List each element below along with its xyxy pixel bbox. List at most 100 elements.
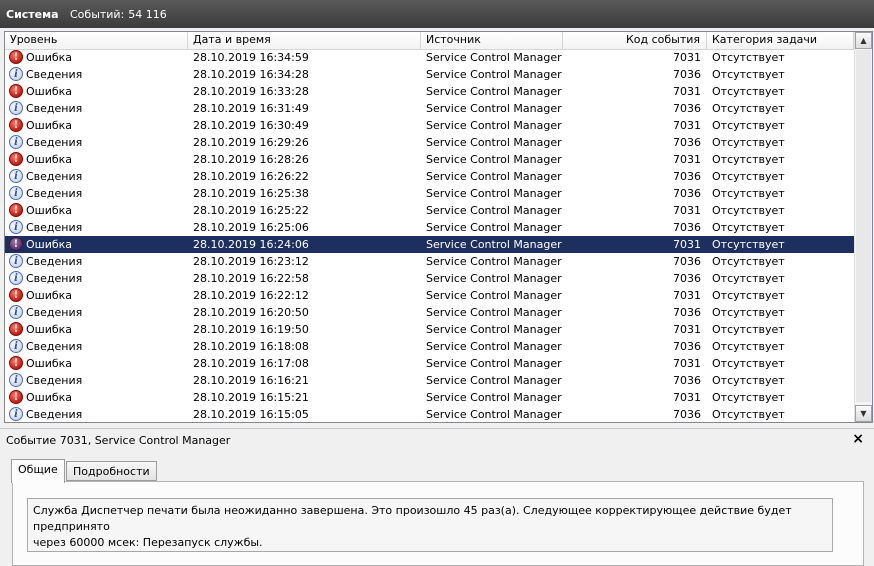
source-cell: Service Control Manager — [426, 170, 562, 183]
table-row[interactable]: ! Ошибка 28.10.2019 16:30:49 Service Contro… — [5, 117, 854, 134]
task-category-cell: Отсутствует — [712, 238, 785, 251]
source-cell: Service Control Manager — [426, 340, 562, 353]
level-cell: Ошибка — [26, 391, 73, 404]
task-category-cell: Отсутствует — [712, 187, 785, 200]
table-row[interactable]: i Сведения 28.10.2019 16:34:28 Service Cont… — [5, 66, 854, 83]
level-cell: Ошибка — [26, 119, 73, 132]
error-icon: ! — [9, 288, 23, 302]
event-code-cell: 7031 — [673, 153, 701, 166]
error-icon: ! — [9, 84, 23, 98]
event-count-label: Событий: — [70, 8, 125, 21]
level-cell: Ошибка — [26, 153, 73, 166]
table-row[interactable]: ! Ошибка 28.10.2019 16:15:21 Service Contro… — [5, 389, 854, 406]
datetime-cell: 28.10.2019 16:19:50 — [193, 323, 309, 336]
datetime-cell: 28.10.2019 16:30:49 — [193, 119, 309, 132]
table-row[interactable]: i Сведения 28.10.2019 16:25:38 Service Cont… — [5, 185, 854, 202]
datetime-cell: 28.10.2019 16:25:22 — [193, 204, 309, 217]
column-header-level[interactable]: Уровень — [5, 32, 188, 49]
task-category-cell: Отсутствует — [712, 306, 785, 319]
column-header-task-category[interactable]: Категория задачи — [707, 32, 854, 49]
close-icon[interactable]: × — [852, 431, 864, 447]
tab-details[interactable]: Подробности — [66, 461, 157, 481]
level-cell: Ошибка — [26, 204, 73, 217]
table-row[interactable]: i Сведения 28.10.2019 16:22:58 Service Cont… — [5, 270, 854, 287]
table-row[interactable]: ! Ошибка 28.10.2019 16:28:26 Service Contro… — [5, 151, 854, 168]
event-code-cell: 7031 — [673, 357, 701, 370]
event-code-cell: 7031 — [673, 85, 701, 98]
level-cell: Сведения — [26, 255, 83, 268]
table-row[interactable]: i Сведения 28.10.2019 16:29:26 Service Cont… — [5, 134, 854, 151]
task-category-cell: Отсутствует — [712, 85, 785, 98]
datetime-cell: 28.10.2019 16:29:26 — [193, 136, 309, 149]
datetime-cell: 28.10.2019 16:26:22 — [193, 170, 309, 183]
table-row[interactable]: i Сведения 28.10.2019 16:25:06 Service Cont… — [5, 219, 854, 236]
table-row[interactable]: ! Ошибка 28.10.2019 16:33:28 Service Contro… — [5, 83, 854, 100]
table-row[interactable]: ! Ошибка 28.10.2019 16:34:59 Service Contro… — [5, 49, 854, 66]
task-category-cell: Отсутствует — [712, 68, 785, 81]
table-row[interactable]: i Сведения 28.10.2019 16:16:21 Service Cont… — [5, 372, 854, 389]
events-list[interactable]: Уровень Дата и время Источник Код событи… — [4, 31, 873, 423]
error-icon: ! — [9, 152, 23, 166]
task-category-cell: Отсутствует — [712, 221, 785, 234]
scroll-track[interactable] — [856, 50, 871, 402]
source-cell: Service Control Manager — [426, 306, 562, 319]
error-icon: ! — [9, 203, 23, 217]
table-row[interactable]: i Сведения 28.10.2019 16:18:08 Service Cont… — [5, 338, 854, 355]
source-cell: Service Control Manager — [426, 119, 562, 132]
task-category-cell: Отсутствует — [712, 102, 785, 115]
source-cell: Service Control Manager — [426, 289, 562, 302]
events-rows: ! Ошибка 28.10.2019 16:34:59 Service Contro… — [5, 49, 854, 422]
table-row[interactable]: i Сведения 28.10.2019 16:20:50 Service Cont… — [5, 304, 854, 321]
datetime-cell: 28.10.2019 16:22:58 — [193, 272, 309, 285]
info-icon: i — [9, 254, 23, 268]
level-cell: Ошибка — [26, 85, 73, 98]
info-icon: i — [9, 407, 23, 421]
datetime-cell: 28.10.2019 16:34:59 — [193, 51, 309, 64]
column-header-datetime[interactable]: Дата и время — [188, 32, 421, 49]
event-count: Событий: 54 116 — [70, 8, 167, 21]
info-icon: i — [9, 305, 23, 319]
task-category-cell: Отсутствует — [712, 391, 785, 404]
info-icon: i — [9, 220, 23, 234]
info-icon: i — [9, 373, 23, 387]
table-row[interactable]: ! Ошибка 28.10.2019 16:17:08 Service Contro… — [5, 355, 854, 372]
column-header-event-code[interactable]: Код события — [563, 32, 707, 49]
table-row[interactable]: ! Ошибка 28.10.2019 16:19:50 Service Contro… — [5, 321, 854, 338]
vertical-scrollbar[interactable]: ▲ ▼ — [854, 32, 872, 422]
scroll-down-button[interactable]: ▼ — [855, 405, 872, 422]
scroll-up-button[interactable]: ▲ — [855, 32, 872, 49]
source-cell: Service Control Manager — [426, 357, 562, 370]
tab-general[interactable]: Общие — [11, 459, 65, 483]
table-row[interactable]: i Сведения 28.10.2019 16:23:12 Service Cont… — [5, 253, 854, 270]
column-header-source[interactable]: Источник — [421, 32, 563, 49]
table-row[interactable]: ! Ошибка 28.10.2019 16:22:12 Service Contro… — [5, 287, 854, 304]
error-icon: ! — [9, 322, 23, 336]
event-message[interactable]: Служба Диспетчер печати была неожиданно … — [27, 498, 833, 552]
level-cell: Сведения — [26, 408, 83, 421]
datetime-cell: 28.10.2019 16:31:49 — [193, 102, 309, 115]
task-category-cell: Отсутствует — [712, 340, 785, 353]
level-cell: Ошибка — [26, 357, 73, 370]
table-row-selected[interactable]: ! Ошибка 28.10.2019 16:24:06 Service Contro… — [5, 236, 854, 253]
event-code-cell: 7036 — [673, 102, 701, 115]
level-cell: Ошибка — [26, 51, 73, 64]
error-icon: ! — [9, 118, 23, 132]
event-code-cell: 7031 — [673, 238, 701, 251]
event-code-cell: 7036 — [673, 408, 701, 421]
table-row[interactable]: i Сведения 28.10.2019 16:15:05 Service Cont… — [5, 406, 854, 422]
event-message-line-1: Служба Диспетчер печати была неожиданно … — [33, 504, 792, 533]
log-name: Система — [6, 8, 59, 21]
table-row[interactable]: i Сведения 28.10.2019 16:31:49 Service Cont… — [5, 100, 854, 117]
datetime-cell: 28.10.2019 16:33:28 — [193, 85, 309, 98]
event-code-cell: 7031 — [673, 391, 701, 404]
table-row[interactable]: i Сведения 28.10.2019 16:26:22 Service Cont… — [5, 168, 854, 185]
datetime-cell: 28.10.2019 16:15:05 — [193, 408, 309, 421]
source-cell: Service Control Manager — [426, 238, 562, 251]
level-cell: Сведения — [26, 102, 83, 115]
level-cell: Сведения — [26, 306, 83, 319]
task-category-cell: Отсутствует — [712, 255, 785, 268]
event-code-cell: 7031 — [673, 119, 701, 132]
column-header-row: Уровень Дата и время Источник Код событи… — [5, 32, 854, 50]
table-row[interactable]: ! Ошибка 28.10.2019 16:25:22 Service Contro… — [5, 202, 854, 219]
datetime-cell: 28.10.2019 16:24:06 — [193, 238, 309, 251]
